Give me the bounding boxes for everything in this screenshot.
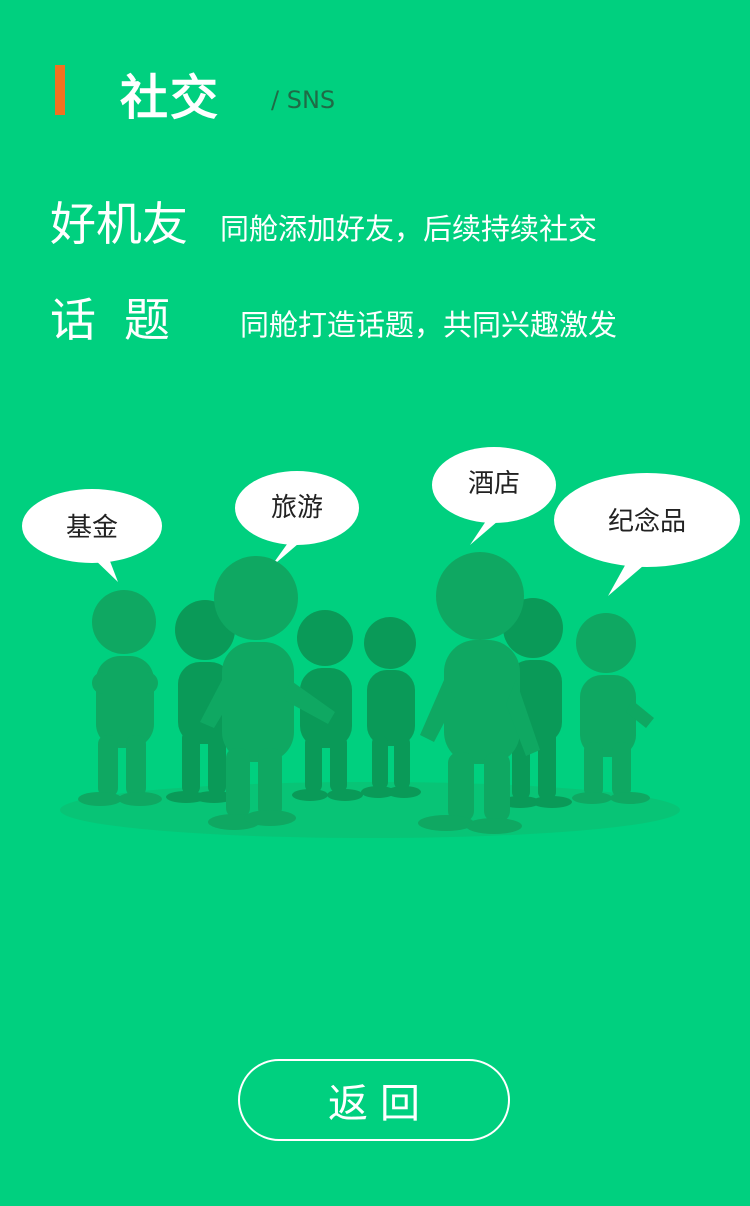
speech-bubble-souvenir: 纪念品 [554, 473, 740, 596]
bubble-label: 基金 [66, 513, 118, 543]
social-illustration: 基金 旅游 酒店 纪念品 [22, 447, 740, 838]
bubble-label: 酒店 [468, 469, 520, 499]
back-button[interactable]: 返回 [238, 1059, 510, 1141]
figure-back-3 [361, 617, 421, 798]
bubble-label: 纪念品 [608, 507, 686, 537]
page-subtitle: / SNS [271, 86, 336, 114]
bubble-label: 旅游 [271, 493, 323, 523]
feature-description: 同舱添加好友，后续持续社交 [220, 212, 598, 246]
feature-name: 话题 [50, 293, 198, 347]
figure-right [572, 613, 654, 804]
feature-name: 好机友 [50, 197, 188, 251]
figure-left [78, 590, 162, 806]
speech-bubble-fund: 基金 [22, 489, 162, 582]
speech-bubble-travel: 旅游 [235, 471, 359, 568]
speech-bubble-hotel: 酒店 [432, 447, 556, 545]
feature-description: 同舱打造话题，共同兴趣激发 [240, 308, 618, 342]
page-title: 社交 [120, 70, 221, 126]
accent-bar [55, 65, 65, 115]
